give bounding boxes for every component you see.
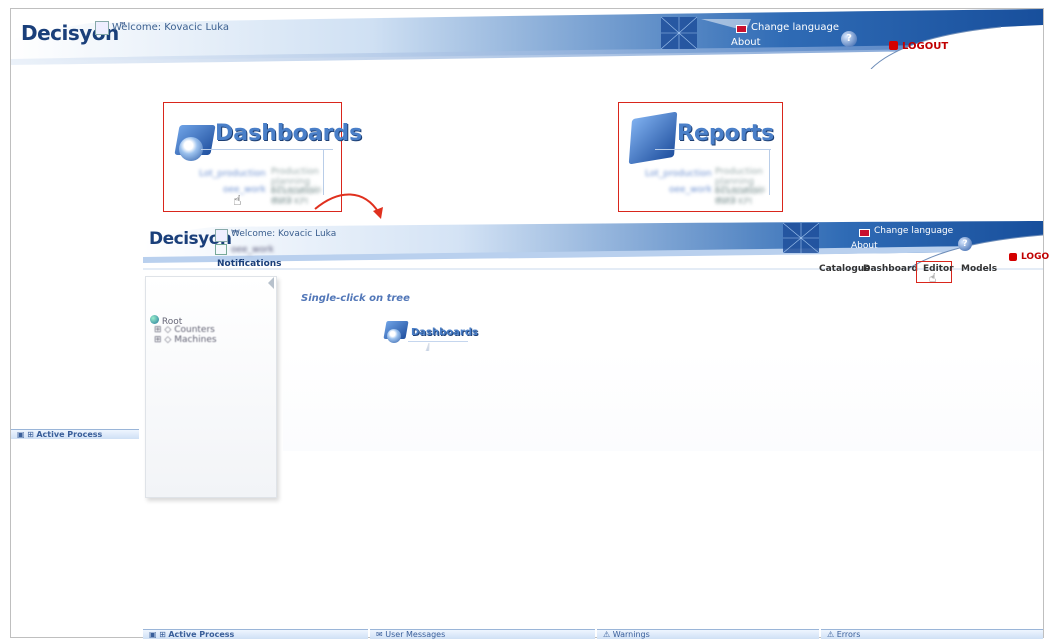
inner-app-window: Decisyon™ Welcome: Kovacic Luka oee_work…	[143, 221, 1049, 611]
dashboard-item-lot-production[interactable]: Lot_production	[199, 169, 266, 179]
hand-cursor-icon: ☝	[929, 271, 937, 285]
globe-icon	[150, 315, 159, 324]
about-link[interactable]: About	[731, 37, 761, 48]
help-icon[interactable]: ?	[841, 31, 857, 47]
user-icon	[95, 21, 109, 35]
divider	[201, 149, 333, 150]
inner-welcome-text: Welcome: Kovacic Luka	[231, 229, 337, 239]
message-icon: ✉	[376, 630, 383, 639]
tree-item-label: Counters	[174, 325, 215, 335]
screen: Decisyon™ Welcome: Kovacic Luka Change l…	[10, 8, 1049, 639]
active-process-panel[interactable]: ▣ ⊞ Active Process	[11, 429, 139, 439]
process-icon: ⊞	[159, 630, 166, 639]
status-warnings[interactable]: ⚠ Warnings	[597, 629, 819, 639]
user-icon	[215, 229, 228, 242]
reports-title: Reports	[677, 121, 775, 146]
welcome-text: Welcome: Kovacic Luka	[112, 22, 229, 33]
inner-doc-name: oee_work	[231, 245, 274, 255]
change-language-link[interactable]: Change language	[751, 22, 839, 33]
tree-item-machines[interactable]: ⊞ ◇ Machines	[154, 335, 217, 345]
error-icon: ⚠	[827, 630, 835, 639]
process-icon: ⊞	[27, 430, 34, 439]
header-banner	[11, 9, 1043, 69]
help-icon[interactable]: ?	[958, 237, 972, 251]
expand-icon[interactable]: ▣	[149, 630, 157, 639]
app-logo[interactable]: Decisyon™	[21, 21, 127, 45]
tree-item-counters[interactable]: ⊞ ◇ Counters	[154, 325, 215, 335]
dashboard-item-oee-work[interactable]: oee_work	[223, 185, 266, 195]
status-user-messages-label: User Messages	[385, 630, 446, 639]
logout-link[interactable]: LOGOUT	[902, 41, 948, 52]
divider	[655, 149, 771, 150]
notifications-link[interactable]: Notifications	[217, 259, 282, 269]
report-item-oee-work[interactable]: oee_work	[669, 185, 712, 195]
nav-dashboard[interactable]: Dashboard	[863, 264, 918, 274]
status-warnings-label: Warnings	[612, 630, 650, 639]
report-item-lot-production[interactable]: Lot_production	[645, 169, 712, 179]
folder-icon: ◇	[164, 325, 172, 335]
nav-models[interactable]: Models	[961, 264, 997, 274]
tree-panel: Root ⊞ ◇ Counters ⊞ ◇ Machines	[145, 276, 277, 498]
inner-logout-link[interactable]: LOGOUT	[1021, 252, 1049, 262]
status-errors[interactable]: ⚠ Errors	[821, 629, 1043, 639]
dashboards-title: Dashboards	[215, 121, 363, 146]
folder-icon: ◇	[164, 335, 172, 345]
inner-about-link[interactable]: About	[851, 241, 878, 251]
document-icon	[215, 244, 227, 255]
transition-arrow-icon	[314, 193, 383, 219]
uk-flag-icon	[859, 229, 870, 237]
inner-dashboards-title: Dashboards	[411, 327, 478, 338]
collapse-panel-icon[interactable]	[268, 277, 274, 289]
status-user-messages[interactable]: ✉ User Messages	[370, 629, 595, 639]
status-active-process-label: Active Process	[168, 630, 235, 639]
reports-icon	[628, 111, 678, 165]
nav-editor[interactable]: Editor	[923, 264, 954, 274]
dashboards-icon	[174, 119, 216, 161]
logout-icon[interactable]	[889, 41, 898, 50]
warning-icon: ⚠	[603, 630, 611, 639]
status-errors-label: Errors	[836, 630, 861, 639]
content-area	[283, 351, 1043, 451]
report-item-desc: KPI analisis work	[715, 185, 766, 205]
expand-icon[interactable]: ▣	[17, 430, 25, 439]
status-active-process[interactable]: ▣ ⊞ Active Process	[143, 629, 368, 639]
active-process-label: Active Process	[36, 430, 103, 439]
uk-flag-icon	[736, 25, 747, 33]
tree-item-label: Machines	[174, 335, 217, 345]
hand-cursor-icon: ☝	[233, 193, 242, 209]
reports-tile[interactable]: Reports Lot_production Production planni…	[625, 109, 775, 207]
instruction-text: Single-click on tree	[301, 293, 410, 304]
logout-icon[interactable]	[1009, 253, 1017, 261]
inner-change-language-link[interactable]: Change language	[874, 226, 953, 236]
app-header: Decisyon™ Welcome: Kovacic Luka Change l…	[11, 9, 1043, 69]
